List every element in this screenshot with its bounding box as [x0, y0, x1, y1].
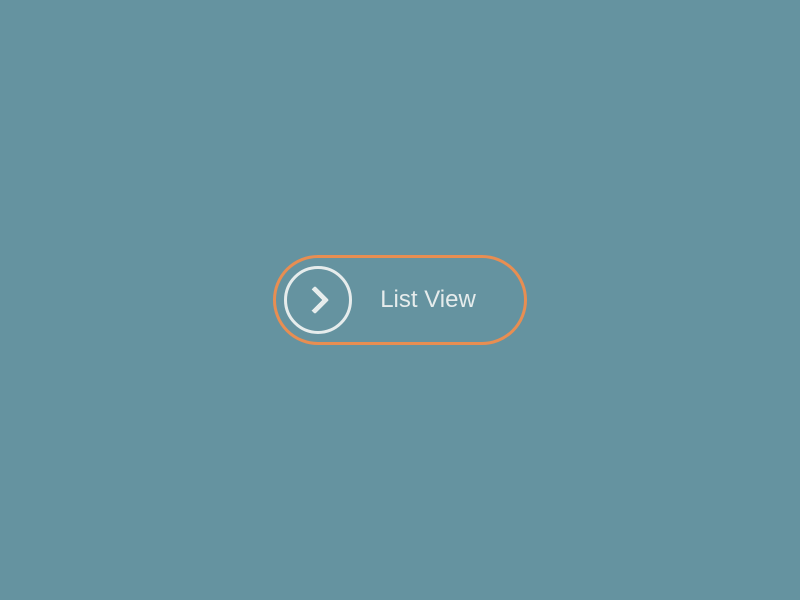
- button-label: List View: [380, 286, 476, 314]
- list-view-button[interactable]: List View: [273, 255, 527, 345]
- chevron-right-icon: [284, 266, 352, 334]
